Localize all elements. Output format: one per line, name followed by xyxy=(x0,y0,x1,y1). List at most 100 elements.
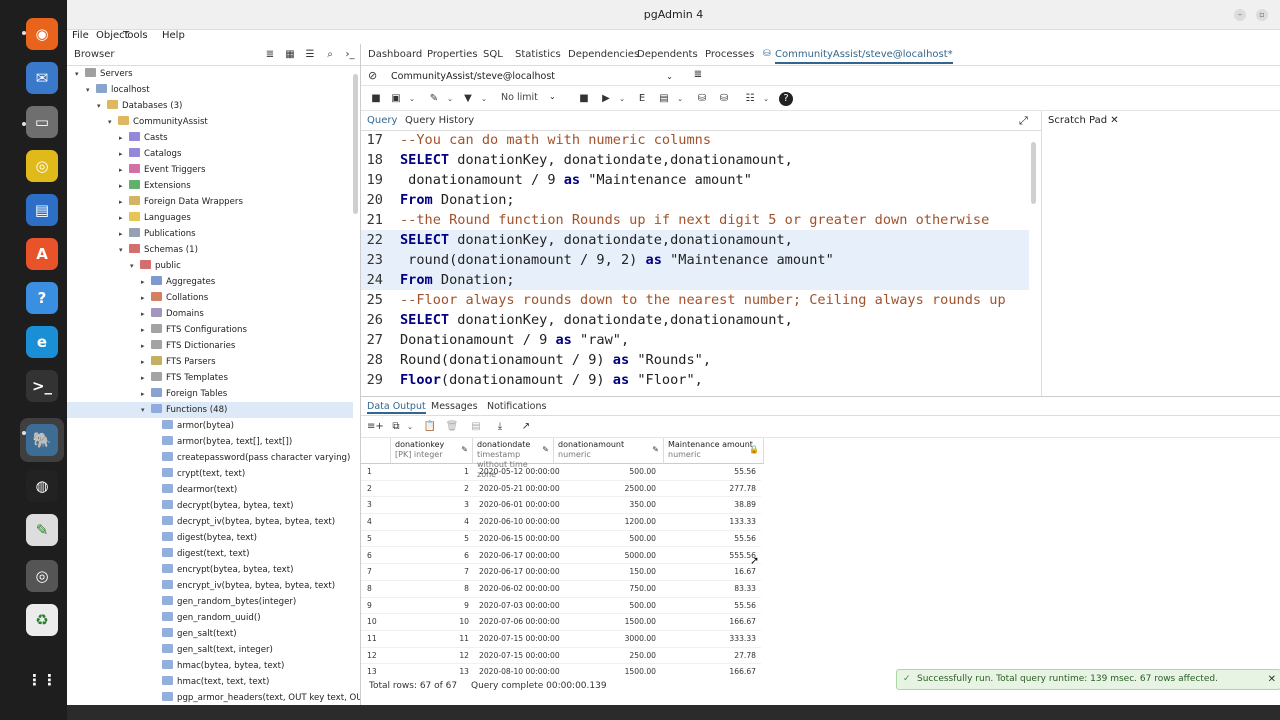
chevron-down-icon[interactable]: ▾ xyxy=(119,242,129,258)
filter-icon[interactable]: ▼ xyxy=(461,92,475,106)
terminal-icon[interactable]: ›_ xyxy=(343,48,357,62)
table-cell[interactable]: 9 xyxy=(391,598,473,615)
table-cell[interactable]: 38.89 xyxy=(664,497,764,514)
chevron-right-icon[interactable]: ▸ xyxy=(141,354,151,370)
table-cell[interactable]: 27.78 xyxy=(664,648,764,665)
chevron-down-icon[interactable]: ⌄ xyxy=(443,92,457,106)
execute-icon[interactable]: ▶ xyxy=(599,92,613,106)
add-row-icon[interactable]: ≡+ xyxy=(367,420,384,434)
tab-dashboard[interactable]: Dashboard xyxy=(368,49,422,60)
tree-item[interactable]: dearmor(text) xyxy=(152,482,237,498)
open-file-icon[interactable]: ■ xyxy=(369,92,383,106)
table-row[interactable]: 11 11 2020-07-15 00:00:00 3000.00 333.33 xyxy=(361,631,761,648)
thunderbird-icon[interactable]: ✉ xyxy=(26,62,58,94)
connection-status-icon[interactable]: ⊘ xyxy=(368,69,377,82)
tree-item[interactable]: ▾ Servers xyxy=(75,66,133,82)
tree-item[interactable]: ▾ localhost xyxy=(86,82,150,98)
table-cell[interactable]: 277.78 xyxy=(664,481,764,498)
tab-processes[interactable]: Processes xyxy=(705,49,754,60)
chevron-right-icon[interactable]: ▸ xyxy=(119,178,129,194)
chevron-down-icon[interactable]: ▾ xyxy=(97,98,107,114)
text-editor-icon[interactable]: ✎ xyxy=(26,514,58,546)
chevron-down-icon[interactable]: ⌄ xyxy=(477,92,491,106)
help-icon[interactable]: ? xyxy=(779,92,793,106)
rhythmbox-icon[interactable]: ◎ xyxy=(26,150,58,182)
table-cell[interactable]: 250.00 xyxy=(554,648,664,665)
tree-item[interactable]: decrypt_iv(bytea, bytea, bytea, text) xyxy=(152,514,335,530)
column-header[interactable]: Maintenance amount numeric 🔒 xyxy=(664,438,764,464)
stop-icon[interactable]: ■ xyxy=(577,92,591,106)
tab-statistics[interactable]: Statistics xyxy=(515,49,561,60)
tree-item[interactable]: ▾ CommunityAssist xyxy=(108,114,208,130)
delete-icon[interactable]: 🗑 xyxy=(445,420,459,434)
tree-item[interactable]: gen_random_uuid() xyxy=(152,610,261,626)
chevron-down-icon[interactable]: ▾ xyxy=(75,66,85,82)
maximize-button[interactable]: ▫ xyxy=(1256,9,1268,21)
tree-item[interactable]: ▸ Foreign Data Wrappers xyxy=(119,194,243,210)
table-cell[interactable]: 4 xyxy=(391,514,473,531)
tree-item[interactable]: ▸ Foreign Tables xyxy=(141,386,227,402)
tree-item[interactable]: ▾ public xyxy=(130,258,181,274)
chevron-down-icon[interactable]: ⌄ xyxy=(759,92,773,106)
edit-icon[interactable]: ✎ xyxy=(427,92,441,106)
tree-item[interactable]: ▸ FTS Parsers xyxy=(141,354,216,370)
table-row[interactable]: 4 4 2020-06-10 00:00:00 1200.00 133.33 xyxy=(361,514,761,531)
table-row[interactable]: 5 5 2020-06-15 00:00:00 500.00 55.56 xyxy=(361,531,761,548)
tab-messages[interactable]: Messages xyxy=(431,401,478,412)
chevron-right-icon[interactable]: ▸ xyxy=(119,210,129,226)
table-cell[interactable]: 500.00 xyxy=(554,531,664,548)
tree-item[interactable]: gen_salt(text) xyxy=(152,626,237,642)
table-cell[interactable]: 5 xyxy=(391,531,473,548)
tree-item[interactable]: ▸ FTS Templates xyxy=(141,370,228,386)
table-cell[interactable]: 750.00 xyxy=(554,581,664,598)
paste-icon[interactable]: 📋 xyxy=(423,420,437,434)
tree-item[interactable]: ▸ FTS Dictionaries xyxy=(141,338,235,354)
table-row[interactable]: 9 9 2020-07-03 00:00:00 500.00 55.56 xyxy=(361,598,761,615)
save-icon[interactable]: ▣ xyxy=(389,92,403,106)
help-icon[interactable]: ? xyxy=(26,282,58,314)
tree-item[interactable]: ▸ Publications xyxy=(119,226,196,242)
table-cell[interactable]: 5000.00 xyxy=(554,548,664,565)
table-cell[interactable]: 500.00 xyxy=(554,464,664,481)
tree-item[interactable]: ▸ Catalogs xyxy=(119,146,181,162)
table-cell[interactable]: 166.67 xyxy=(664,614,764,631)
table-row[interactable]: 3 3 2020-06-01 00:00:00 350.00 38.89 xyxy=(361,497,764,515)
sql-editor[interactable]: 17 --You can do math with numeric columns… xyxy=(361,132,1036,396)
table-cell[interactable]: 1200.00 xyxy=(554,514,664,531)
tree-item[interactable]: createpassword(pass character varying) xyxy=(152,450,350,466)
database-icon[interactable]: ≣ xyxy=(691,69,705,83)
table-cell[interactable]: 3000.00 xyxy=(554,631,664,648)
expand-icon[interactable]: ⤢ xyxy=(1019,114,1028,128)
graph-icon[interactable]: ↗ xyxy=(519,420,533,434)
chevron-right-icon[interactable]: ▸ xyxy=(141,290,151,306)
save-data-icon[interactable]: ▤ xyxy=(469,420,483,434)
tree-item[interactable]: gen_random_bytes(integer) xyxy=(152,594,296,610)
tree-item[interactable]: ▾ Functions (48) xyxy=(67,402,353,418)
copy-icon[interactable]: ⧉ xyxy=(389,420,403,434)
column-header[interactable]: donationamount numeric ✎ xyxy=(554,438,664,464)
tree-item[interactable]: ▸ Languages xyxy=(119,210,191,226)
table-cell[interactable]: 55.56 xyxy=(664,598,764,615)
table-cell[interactable]: 16.67 xyxy=(664,564,764,581)
rollback-icon[interactable]: ⛁ xyxy=(717,92,731,106)
tab-sql[interactable]: SQL xyxy=(483,49,503,60)
chevron-right-icon[interactable]: ▸ xyxy=(141,338,151,354)
tree-item[interactable]: ▸ Casts xyxy=(119,130,168,146)
menu-help[interactable]: Help xyxy=(162,30,185,42)
chevron-right-icon[interactable]: ▸ xyxy=(119,162,129,178)
writer-icon[interactable]: ▤ xyxy=(26,194,58,226)
table-cell[interactable]: 11 xyxy=(391,631,473,648)
chevron-right-icon[interactable]: ▸ xyxy=(141,386,151,402)
tree-item[interactable]: encrypt_iv(bytea, bytea, bytea, text) xyxy=(152,578,335,594)
tree-scrollbar[interactable] xyxy=(353,74,358,214)
edge-icon[interactable]: e xyxy=(26,326,58,358)
column-header[interactable]: donationkey [PK] integer ✎ xyxy=(391,438,473,464)
tree-item[interactable]: ▸ FTS Configurations xyxy=(141,322,247,338)
tree-item[interactable]: ▾ Schemas (1) xyxy=(119,242,198,258)
close-icon[interactable]: ✕ xyxy=(1268,670,1276,689)
tree-item[interactable]: hmac(bytea, bytea, text) xyxy=(152,658,284,674)
tree-item[interactable]: gen_salt(text, integer) xyxy=(152,642,273,658)
tab-query-history[interactable]: Query History xyxy=(405,115,474,126)
table-cell[interactable]: 1500.00 xyxy=(554,614,664,631)
chevron-down-icon[interactable]: ⌄ xyxy=(403,420,417,434)
